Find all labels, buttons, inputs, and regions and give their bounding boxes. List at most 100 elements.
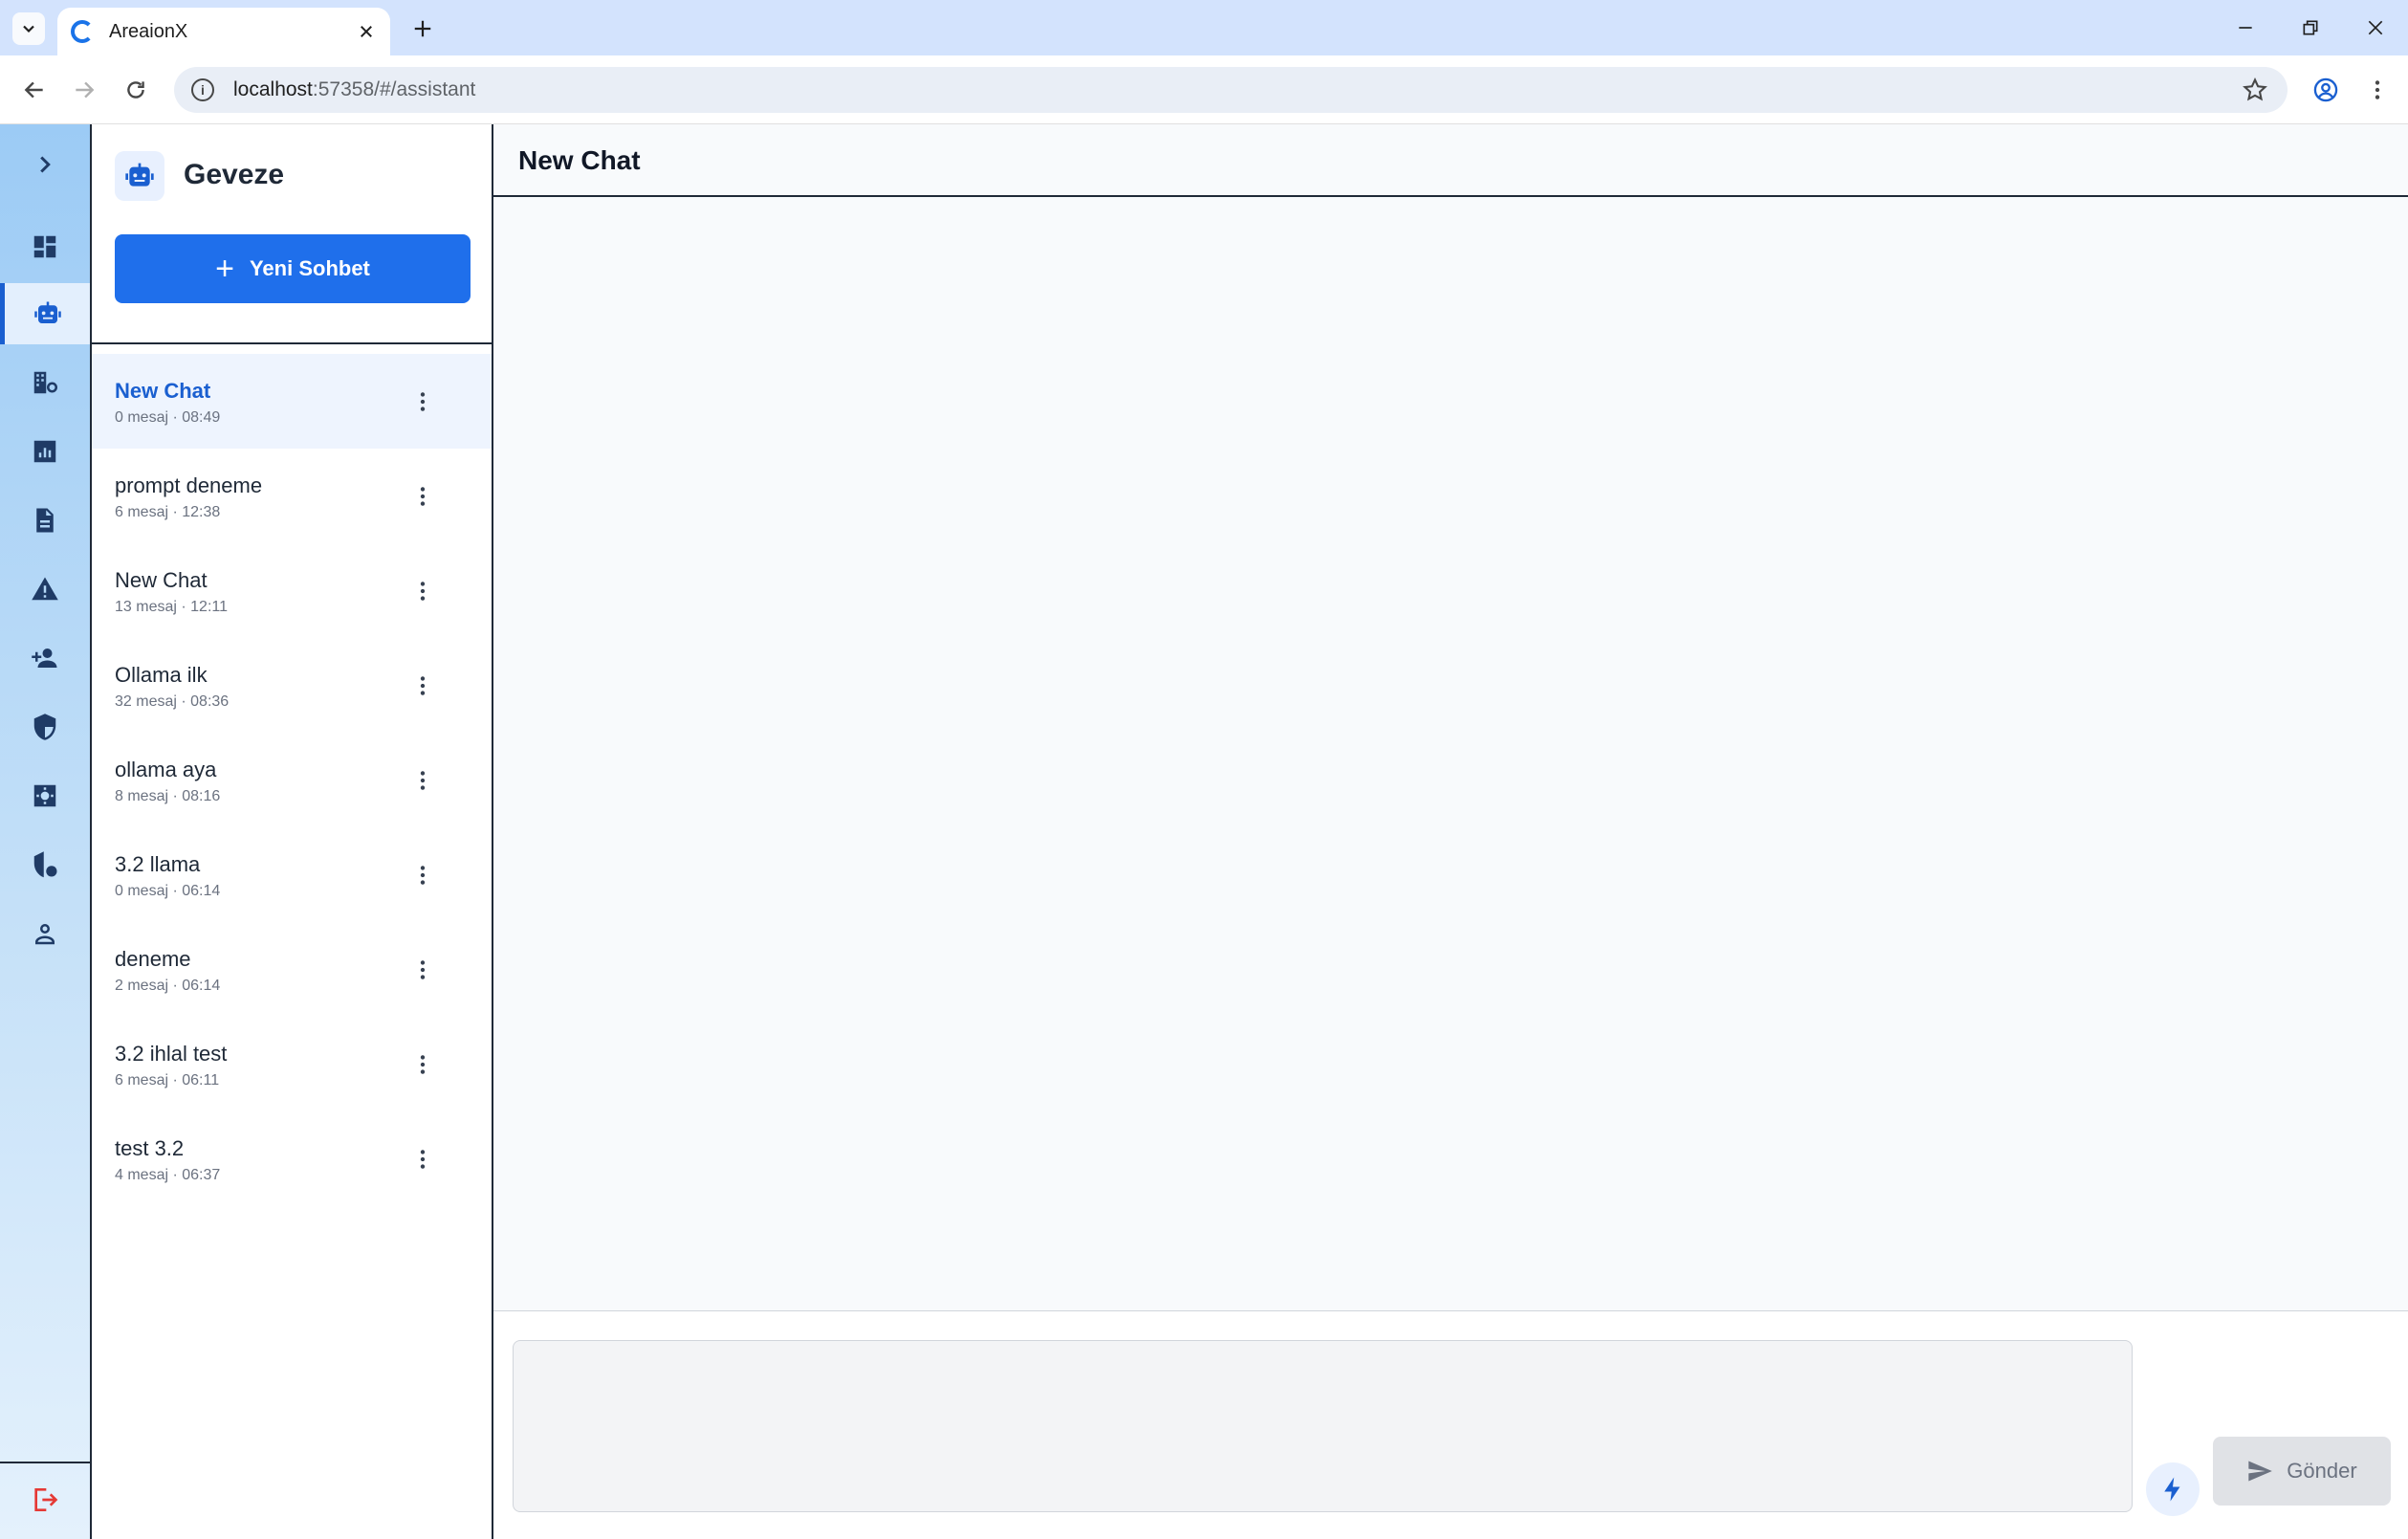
- rail-item-profile[interactable]: [0, 903, 90, 964]
- robot-icon: [33, 301, 61, 323]
- rail-item-dashboard[interactable]: [0, 216, 90, 277]
- more-vertical-icon: [420, 1150, 426, 1169]
- restore-icon: [2303, 20, 2318, 35]
- send-icon: [2248, 1461, 2273, 1482]
- conversation-item[interactable]: deneme 2 mesaj · 06:14: [92, 922, 492, 1017]
- conversation-meta: 0 mesaj · 08:49: [115, 409, 221, 426]
- message-area[interactable]: [493, 197, 2408, 1310]
- address-bar[interactable]: i localhost:57358/#/assistant: [174, 67, 2288, 113]
- rail-item-security[interactable]: [0, 696, 90, 758]
- window-close-button[interactable]: [2347, 6, 2404, 50]
- conversation-meta: 2 mesaj · 06:14: [115, 978, 221, 994]
- warning-icon: [32, 577, 58, 601]
- new-chat-button[interactable]: + Yeni Sohbet: [115, 234, 471, 303]
- conversation-menu-button[interactable]: [405, 953, 440, 987]
- chevron-down-icon: [23, 25, 34, 33]
- rail-item-add-user[interactable]: [0, 627, 90, 689]
- close-icon: [2368, 20, 2383, 35]
- rail-item-settings[interactable]: [0, 765, 90, 826]
- rail-item-documents[interactable]: [0, 490, 90, 551]
- conversation-menu-button[interactable]: [405, 1142, 440, 1176]
- conversation-item[interactable]: 3.2 ihlal test 6 mesaj · 06:11: [92, 1017, 492, 1111]
- more-vertical-icon: [420, 960, 426, 979]
- conversation-menu-button[interactable]: [405, 1047, 440, 1082]
- conversation-title: ollama aya: [115, 758, 217, 781]
- message-input[interactable]: [513, 1340, 2133, 1512]
- building-settings-icon: [33, 371, 58, 394]
- conversation-item[interactable]: test 3.2 4 mesaj · 06:37: [92, 1111, 492, 1206]
- browser-tab[interactable]: AreaionX: [57, 8, 390, 55]
- more-vertical-icon: [2375, 80, 2380, 99]
- tab-search-button[interactable]: [12, 12, 45, 45]
- shield-icon: [33, 714, 56, 740]
- profile-button[interactable]: [2305, 69, 2347, 111]
- rail-item-assistant[interactable]: [0, 283, 90, 344]
- conversation-menu-button[interactable]: [405, 479, 440, 514]
- conversation-item[interactable]: Ollama ilk 32 mesaj · 08:36: [92, 638, 492, 733]
- conversation-menu-button[interactable]: [405, 574, 440, 608]
- quick-action-button[interactable]: [2146, 1462, 2200, 1516]
- rail-divider: [0, 1462, 90, 1463]
- reload-button[interactable]: [115, 69, 157, 111]
- rail-item-reports[interactable]: [0, 421, 90, 482]
- app-root: Geveze + Yeni Sohbet New Chat 0 mesaj · …: [0, 124, 2408, 1539]
- tab-close-button[interactable]: [354, 19, 379, 44]
- conversation-title: New Chat: [115, 379, 211, 403]
- bar-chart-icon: [33, 440, 56, 463]
- assistant-title: Geveze: [184, 159, 285, 190]
- back-button[interactable]: [13, 69, 55, 111]
- rail-item-alerts[interactable]: [0, 559, 90, 620]
- conversation-meta: 6 mesaj · 06:11: [115, 1072, 220, 1088]
- rail-expand-button[interactable]: [0, 134, 90, 195]
- logout-icon: [34, 1488, 58, 1511]
- conversation-title: New Chat: [115, 568, 208, 592]
- send-button[interactable]: Gönder: [2213, 1437, 2391, 1506]
- message-composer: Gönder: [493, 1310, 2408, 1539]
- chat-panel: New Chat Gönder: [493, 124, 2408, 1539]
- lightning-icon: [2164, 1477, 2180, 1502]
- plus-icon: +: [215, 251, 234, 287]
- conversation-menu-button[interactable]: [405, 763, 440, 798]
- document-icon: [36, 508, 54, 533]
- browser-tabstrip: AreaionX: [0, 0, 2408, 55]
- logout-button[interactable]: [0, 1471, 90, 1528]
- conversation-title: Ollama ilk: [115, 663, 208, 687]
- more-vertical-icon: [420, 392, 426, 411]
- conversation-meta: 13 mesaj · 12:11: [115, 599, 228, 615]
- conversation-title: test 3.2: [115, 1136, 185, 1160]
- conversation-item[interactable]: New Chat 13 mesaj · 12:11: [92, 543, 492, 638]
- url-text: localhost:57358/#/assistant: [233, 78, 475, 101]
- url-host: localhost: [233, 78, 313, 100]
- rail-item-building-settings[interactable]: [0, 352, 90, 413]
- chat-title: New Chat: [518, 145, 641, 175]
- browser-menu-button[interactable]: [2356, 69, 2398, 111]
- browser-toolbar: i localhost:57358/#/assistant: [0, 55, 2408, 124]
- conversation-item[interactable]: 3.2 llama 0 mesaj · 06:14: [92, 827, 492, 922]
- plus-icon: [414, 20, 431, 37]
- new-tab-button[interactable]: [405, 11, 440, 46]
- conversation-list: New Chat 0 mesaj · 08:49 prompt deneme 6…: [92, 354, 492, 1206]
- window-minimize-button[interactable]: [2217, 6, 2274, 50]
- bookmark-star-icon[interactable]: [2242, 77, 2268, 103]
- conversation-title: prompt deneme: [115, 473, 263, 497]
- conversation-item[interactable]: ollama aya 8 mesaj · 08:16: [92, 733, 492, 827]
- conversation-meta: 6 mesaj · 12:38: [115, 504, 221, 520]
- conversation-menu-button[interactable]: [405, 385, 440, 419]
- conversation-item[interactable]: prompt deneme 6 mesaj · 12:38: [92, 449, 492, 543]
- conversation-title: deneme: [115, 947, 191, 971]
- rail-item-security-policy[interactable]: [0, 834, 90, 895]
- new-chat-label: Yeni Sohbet: [249, 256, 370, 280]
- conversation-menu-button[interactable]: [405, 858, 440, 892]
- more-vertical-icon: [420, 676, 426, 695]
- forward-button[interactable]: [63, 69, 105, 111]
- assistant-avatar: [115, 151, 164, 201]
- conversation-item[interactable]: New Chat 0 mesaj · 08:49: [92, 354, 492, 449]
- conversation-menu-button[interactable]: [405, 669, 440, 703]
- dashboard-icon: [33, 235, 56, 258]
- window-restore-button[interactable]: [2282, 6, 2339, 50]
- reload-icon: [127, 81, 144, 99]
- arrow-left-icon: [24, 81, 43, 99]
- more-vertical-icon: [420, 487, 426, 506]
- url-path: :57358/#/assistant: [312, 78, 476, 100]
- site-info-icon[interactable]: i: [191, 78, 214, 101]
